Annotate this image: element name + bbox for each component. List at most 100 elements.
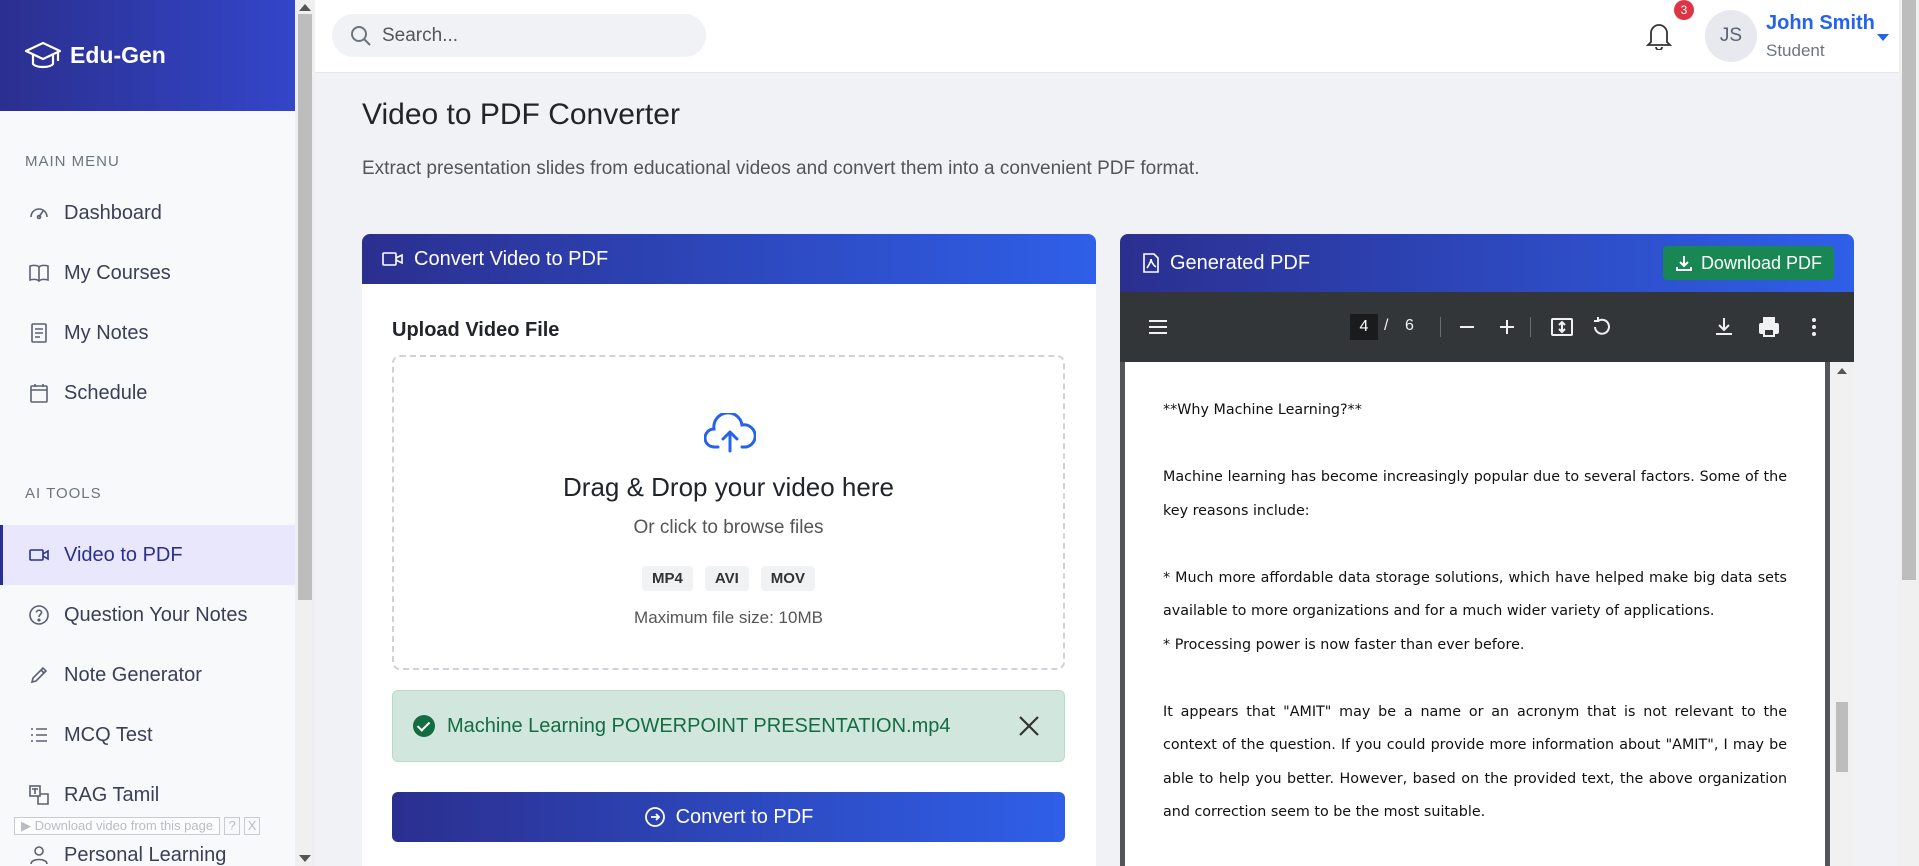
- sidebar-item-label: My Courses: [64, 261, 171, 284]
- zoom-out-button[interactable]: [1455, 315, 1479, 339]
- sidebar-item-label: RAG Tamil: [64, 783, 160, 806]
- video-dropzone[interactable]: Drag & Drop your video here Or click to …: [392, 355, 1065, 670]
- dropzone-subtitle: Or click to browse files: [633, 517, 824, 538]
- avatar[interactable]: JS: [1705, 10, 1757, 62]
- download-pdf-label: Download PDF: [1700, 252, 1822, 273]
- toolbar-divider: [1440, 317, 1441, 337]
- user-role: Student: [1766, 41, 1825, 60]
- rotate-button[interactable]: [1590, 315, 1614, 339]
- pdf-card-title: Generated PDF: [1170, 251, 1311, 274]
- sidebar-item-mcq-test[interactable]: MCQ Test: [0, 705, 295, 765]
- cloud-upload-icon: [704, 413, 756, 453]
- pdf-menu-button[interactable]: [1146, 315, 1170, 339]
- page-scroll-thumb[interactable]: [1902, 0, 1916, 580]
- download-icon: [1716, 318, 1732, 335]
- format-badge: AVI: [704, 566, 749, 591]
- download-video-button[interactable]: ▶ Download video from this page: [14, 817, 221, 835]
- ai-tools-label: AI TOOLS: [25, 485, 102, 502]
- printer-icon: [1759, 317, 1779, 337]
- hamburger-icon: [1149, 320, 1167, 334]
- sidebar-item-label: Dashboard: [64, 201, 162, 224]
- sidebar-item-question-your-notes[interactable]: Question Your Notes: [0, 585, 295, 645]
- max-file-size: Maximum file size: 10MB: [634, 608, 823, 627]
- page-title: Video to PDF Converter: [362, 98, 680, 131]
- sidebar-item-label: Video to PDF: [64, 543, 183, 566]
- zoom-in-button[interactable]: [1495, 315, 1519, 339]
- arrow-right-circle-icon: [644, 807, 665, 827]
- download-close-button[interactable]: X: [244, 817, 261, 835]
- notification-badge: 3: [1674, 0, 1694, 20]
- sidebar-item-note-generator[interactable]: Note Generator: [0, 645, 295, 705]
- page-separator: /: [1384, 317, 1389, 334]
- gauge-icon: [30, 208, 48, 220]
- format-badge: MP4: [642, 566, 693, 591]
- sidebar-item-dashboard[interactable]: Dashboard: [0, 183, 295, 243]
- pdf-viewer[interactable]: 4 / 6 **Why Machine Learning?** Machine …: [1120, 292, 1854, 866]
- sidebar-scrollbar[interactable]: [295, 0, 315, 866]
- convert-card-header: Convert Video to PDF: [362, 234, 1096, 284]
- brand[interactable]: Edu-Gen: [0, 0, 295, 111]
- check-circle-icon: [413, 715, 435, 737]
- remove-file-button[interactable]: [1016, 713, 1042, 739]
- page-number-input[interactable]: 4: [1350, 314, 1378, 340]
- download-video-overlay[interactable]: ▶ Download video from this page ? X: [14, 817, 261, 835]
- sidebar-item-video-to-pdf[interactable]: Video to PDF: [0, 525, 295, 585]
- notification-bell[interactable]: [1645, 20, 1675, 52]
- question-icon: [29, 605, 49, 625]
- sidebar-item-label: Question Your Notes: [64, 603, 248, 626]
- selected-file-alert: Machine Learning POWERPOINT PRESENTATION…: [392, 690, 1065, 762]
- page-subtitle: Extract presentation slides from educati…: [362, 158, 1200, 179]
- bell-icon: [1645, 24, 1673, 51]
- chevron-down-icon[interactable]: [1877, 34, 1889, 41]
- convert-to-pdf-button[interactable]: Convert to PDF: [392, 792, 1065, 842]
- user-name[interactable]: John Smith: [1766, 12, 1875, 35]
- pdf-bullet: * Much more affordable data storage solu…: [1163, 569, 1787, 620]
- format-badges: MP4 AVI MOV: [394, 566, 1063, 591]
- translate-icon: [29, 785, 49, 805]
- more-vertical-icon: [1812, 318, 1816, 336]
- sidebar-item-rag-tamil[interactable]: RAG Tamil: [0, 765, 295, 825]
- video-icon: [382, 252, 403, 266]
- sidebar-item-label: My Notes: [64, 321, 149, 344]
- pdf-paragraph: Machine learning has become increasingly…: [1163, 469, 1787, 519]
- download-pdf-button[interactable]: Download PDF: [1662, 246, 1834, 280]
- sidebar-item-schedule[interactable]: Schedule: [0, 363, 295, 423]
- pdf-heading: **Why Machine Learning?**: [1163, 402, 1362, 418]
- calendar-icon: [30, 384, 48, 403]
- pdf-card-header: Generated PDF Download PDF: [1120, 234, 1854, 292]
- search-box[interactable]: [332, 14, 706, 57]
- scroll-down-arrow-icon[interactable]: [299, 855, 311, 862]
- more-options-button[interactable]: [1802, 315, 1826, 339]
- scroll-up-arrow-icon[interactable]: [299, 4, 311, 11]
- download-icon: [1675, 256, 1692, 271]
- sidebar-item-label: Schedule: [64, 381, 148, 404]
- video-icon: [29, 549, 49, 561]
- person-icon: [30, 846, 48, 865]
- notes-icon: [31, 323, 47, 343]
- brand-name: Edu-Gen: [70, 42, 166, 68]
- sidebar-item-label: Note Generator: [64, 663, 202, 686]
- pencil-icon: [30, 666, 48, 684]
- pdf-scrollbar[interactable]: [1830, 362, 1854, 866]
- search-input[interactable]: [382, 24, 682, 47]
- sidebar-item-my-courses[interactable]: My Courses: [0, 243, 295, 303]
- sidebar-item-my-notes[interactable]: My Notes: [0, 303, 295, 363]
- download-help-button[interactable]: ?: [224, 817, 241, 835]
- convert-video-card: Convert Video to PDF Upload Video File D…: [362, 234, 1096, 866]
- pdf-scroll-thumb[interactable]: [1836, 702, 1848, 772]
- download-video-label: Download video from this page: [34, 818, 214, 833]
- scroll-up-arrow-icon[interactable]: [1837, 368, 1847, 374]
- pdf-download-button[interactable]: [1712, 315, 1736, 339]
- print-button[interactable]: [1757, 315, 1781, 339]
- sidebar-scroll-thumb[interactable]: [298, 14, 312, 600]
- sidebar: Edu-Gen MAIN MENU Dashboard My Courses M…: [0, 0, 295, 866]
- page-scrollbar[interactable]: [1899, 0, 1919, 866]
- fit-page-button[interactable]: [1550, 315, 1574, 339]
- pdf-toolbar: 4 / 6: [1120, 292, 1854, 362]
- toolbar-divider: [1530, 317, 1531, 337]
- page-total: 6: [1405, 317, 1414, 334]
- rotate-icon: [1594, 317, 1610, 335]
- plus-icon: [1500, 320, 1514, 334]
- convert-card-title: Convert Video to PDF: [414, 247, 609, 270]
- pdf-bullet: * Processing power is now faster than ev…: [1163, 636, 1525, 653]
